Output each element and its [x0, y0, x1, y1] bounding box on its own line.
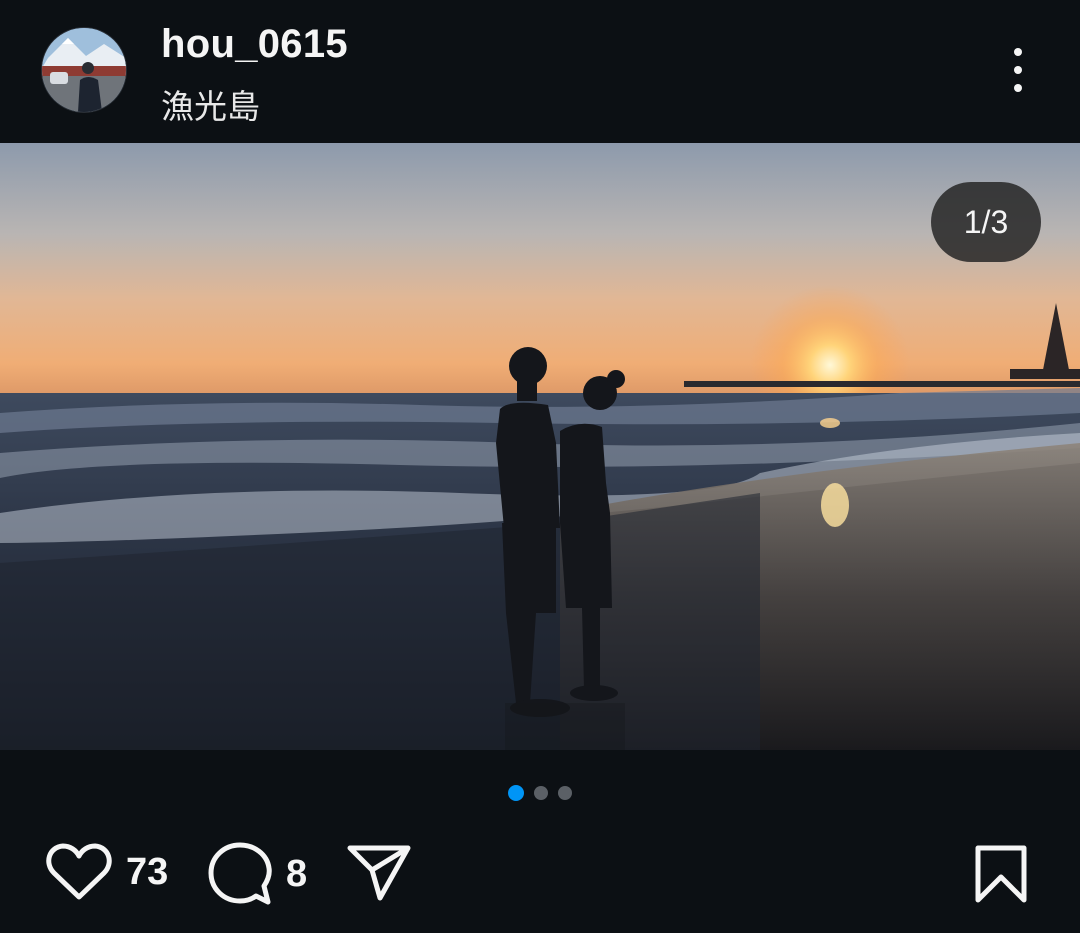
post-photo[interactable]: [0, 143, 1080, 750]
location[interactable]: 漁光島: [161, 80, 260, 128]
avatar-image: [42, 28, 126, 112]
avatar[interactable]: [42, 28, 126, 112]
heart-icon: [46, 843, 112, 900]
save-button[interactable]: [974, 844, 1028, 904]
share-icon: [347, 845, 411, 901]
more-icon: [1014, 48, 1022, 56]
action-bar: 73 8: [0, 838, 1080, 908]
username[interactable]: hou_0615: [161, 22, 348, 67]
more-options-button[interactable]: [996, 44, 1040, 96]
like-button[interactable]: 73: [46, 842, 168, 902]
post-header: hou_0615 漁光島: [0, 0, 1080, 143]
bookmark-icon: [975, 845, 1027, 903]
comment-count[interactable]: 8: [286, 853, 307, 896]
share-button[interactable]: [346, 844, 412, 902]
sunset-beach-image: [0, 143, 1080, 750]
like-count[interactable]: 73: [126, 851, 168, 894]
carousel-dot-active: [508, 785, 524, 801]
carousel-indicator: [508, 785, 572, 801]
carousel-dot: [534, 786, 548, 800]
comment-button[interactable]: 8: [208, 842, 307, 906]
image-counter: 1/3: [931, 182, 1041, 262]
comment-icon: [208, 842, 272, 905]
carousel-dot: [558, 786, 572, 800]
